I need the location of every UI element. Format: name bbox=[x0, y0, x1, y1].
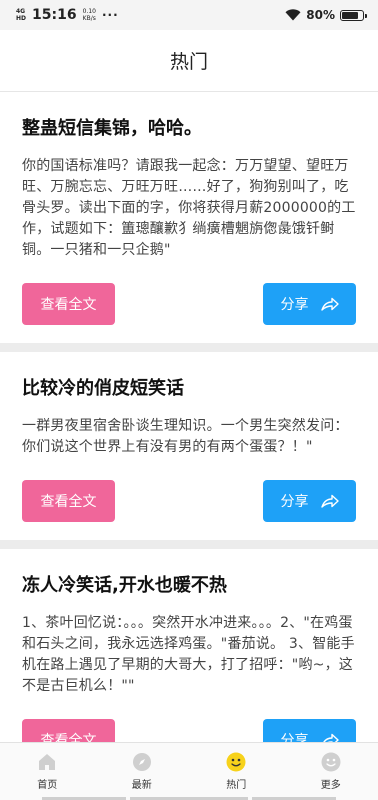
tab-label: 首页 bbox=[37, 780, 58, 791]
network-hd: HD bbox=[16, 15, 27, 22]
more-face-icon bbox=[321, 752, 341, 772]
card-body: 1、茶叶回忆说：。。。突然开水冲进来。。。2、"在鸡蛋和石头之间，我永远选择鸡蛋… bbox=[22, 615, 355, 694]
tab-label: 热门 bbox=[226, 780, 247, 791]
network-type: 4G bbox=[16, 8, 26, 15]
tab-hot[interactable]: 热门 bbox=[189, 743, 284, 800]
read-full-button[interactable]: 查看全文 bbox=[22, 283, 115, 325]
status-time: 15:16 bbox=[32, 7, 77, 23]
speed-value: 0.10 bbox=[82, 8, 96, 15]
share-button[interactable]: 分享 bbox=[263, 283, 356, 325]
card-body: 你的国语标准吗？请跟我一起念：万万望望、望旺万旺、万腕忘忘、万旺万旺……好了，狗… bbox=[22, 158, 356, 258]
joke-card: 整蛊短信集锦，哈哈。 你的国语标准吗？请跟我一起念：万万望望、望旺万旺、万腕忘忘… bbox=[0, 92, 378, 343]
bottom-tab-bar: 首页 最新 热门 更多 bbox=[0, 742, 378, 800]
card-body: 一群男夜里宿舍卧谈生理知识。一个男生突然发问：你们说这个世界上有没有男的有两个蛋… bbox=[22, 418, 349, 455]
battery-icon bbox=[340, 9, 367, 21]
network-speed: 0.10 KB/s bbox=[83, 8, 96, 22]
share-label: 分享 bbox=[280, 494, 309, 510]
read-full-button[interactable]: 查看全文 bbox=[22, 719, 115, 742]
network-indicator: 4G HD bbox=[16, 8, 26, 22]
joke-feed[interactable]: 整蛊短信集锦，哈哈。 你的国语标准吗？请跟我一起念：万万望望、望旺万旺、万腕忘忘… bbox=[0, 92, 378, 742]
share-arrow-icon bbox=[322, 733, 339, 742]
share-label: 分享 bbox=[280, 733, 309, 742]
card-actions: 查看全文 分享 bbox=[22, 283, 356, 325]
battery-percent: 80% bbox=[306, 8, 335, 22]
read-full-button[interactable]: 查看全文 bbox=[22, 480, 115, 522]
joke-card: 比较冷的俏皮短笑话 一群男夜里宿舍卧谈生理知识。一个男生突然发问：你们说这个世界… bbox=[0, 352, 378, 540]
tab-more[interactable]: 更多 bbox=[284, 743, 378, 800]
share-button[interactable]: 分享 bbox=[263, 480, 356, 522]
card-title[interactable]: 冻人冷笑话,开水也暖不热 bbox=[22, 571, 356, 601]
tab-label: 最新 bbox=[131, 780, 152, 791]
speed-unit: KB/s bbox=[82, 15, 96, 22]
tab-home[interactable]: 首页 bbox=[0, 743, 95, 800]
compass-icon bbox=[132, 752, 152, 772]
card-actions: 查看全文 分享 bbox=[22, 719, 356, 742]
card-title[interactable]: 整蛊短信集锦，哈哈。 bbox=[22, 114, 356, 144]
share-arrow-icon bbox=[320, 297, 339, 311]
battery-fill bbox=[342, 11, 358, 19]
more-notifications-icon: ··· bbox=[101, 8, 119, 22]
tab-label: 更多 bbox=[320, 780, 341, 791]
status-bar: 4G HD 15:16 0.10 KB/s ··· 80% bbox=[0, 0, 378, 30]
joke-card: 冻人冷笑话,开水也暖不热 1、茶叶回忆说：。。。突然开水冲进来。。。2、"在鸡蛋… bbox=[0, 549, 378, 742]
tab-latest[interactable]: 最新 bbox=[95, 743, 190, 800]
wifi-icon bbox=[285, 9, 301, 21]
share-button[interactable]: 分享 bbox=[263, 719, 356, 742]
status-right: 80% bbox=[285, 8, 367, 22]
home-icon bbox=[37, 752, 57, 772]
status-left: 4G HD 15:16 0.10 KB/s ··· bbox=[16, 7, 119, 23]
page-title: 热门 bbox=[169, 51, 208, 73]
share-label: 分享 bbox=[280, 297, 309, 313]
card-actions: 查看全文 分享 bbox=[22, 480, 356, 522]
hot-face-icon bbox=[226, 752, 246, 772]
share-arrow-icon bbox=[320, 494, 339, 508]
card-title[interactable]: 比较冷的俏皮短笑话 bbox=[22, 374, 356, 404]
page-header: 热门 bbox=[0, 30, 378, 92]
